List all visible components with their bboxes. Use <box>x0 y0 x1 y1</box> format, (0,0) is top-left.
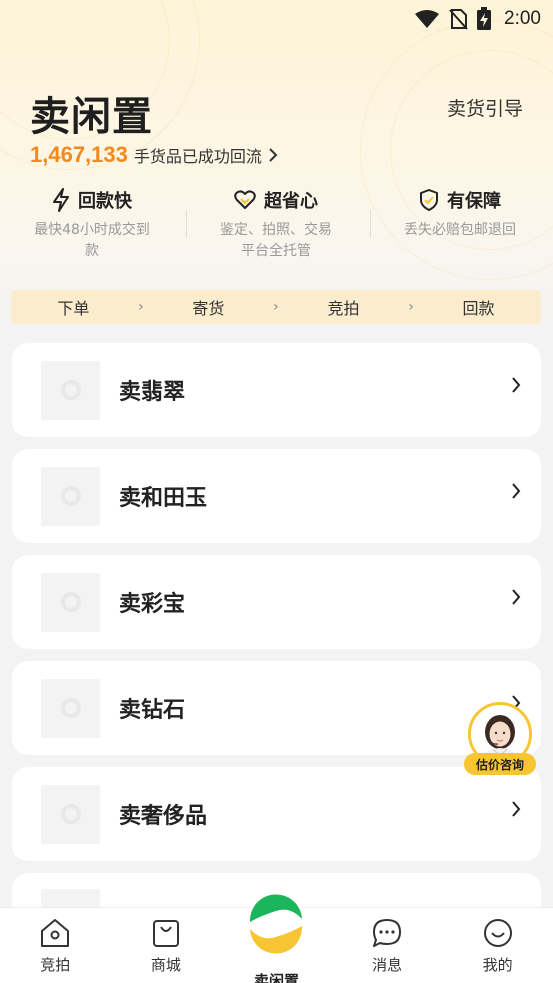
nav-item-messages[interactable]: 消息 <box>332 908 443 983</box>
step-payment: 回款 <box>462 299 495 318</box>
feature-title: 回款快 <box>78 191 132 212</box>
chevron-right-icon: › <box>408 299 414 315</box>
chevron-right-icon <box>269 148 278 162</box>
step-ship: 寄货 <box>192 299 225 318</box>
nav-item-auction[interactable]: 竞拍 <box>0 908 111 983</box>
page-title: 卖闲置 <box>30 94 153 140</box>
app-logo-mark <box>247 894 305 954</box>
stats-count: 1,467,133 <box>30 142 128 167</box>
category-thumbnail <box>41 572 100 632</box>
chevron-right-icon: › <box>273 299 279 315</box>
category-label: 卖翡翠 <box>119 380 186 405</box>
category-thumbnail <box>41 678 100 738</box>
chevron-right-icon <box>512 589 521 605</box>
feature-fast-payment: 回款快 最快48小时成交到款 <box>0 186 184 262</box>
nav-label: 商城 <box>150 956 181 974</box>
heart-icon <box>234 190 256 209</box>
feature-desc: 丢失必赔包邮退回 <box>404 222 516 238</box>
nav-label: 我的 <box>482 956 513 974</box>
feature-guaranteed: 有保障 丢失必赔包邮退回 <box>368 186 552 262</box>
nav-label: 竞拍 <box>40 956 71 974</box>
nav-label: 卖闲置 <box>253 972 299 983</box>
nav-item-mall[interactable]: 商城 <box>111 908 222 983</box>
shield-check-icon <box>420 189 438 211</box>
category-card-luxury[interactable]: 卖奢侈品 <box>12 767 541 861</box>
feature-title: 有保障 <box>447 191 501 212</box>
category-card-jadeite[interactable]: 卖翡翠 <box>12 343 541 437</box>
chevron-right-icon <box>512 377 521 393</box>
house-icon <box>41 919 70 947</box>
category-label: 卖奢侈品 <box>119 804 208 829</box>
category-label: 卖彩宝 <box>119 592 186 617</box>
lightning-icon <box>53 188 69 212</box>
stats-text: 手货品已成功回流 <box>133 147 262 166</box>
chat-bubble-icon <box>373 919 402 947</box>
nav-label: 消息 <box>372 956 403 974</box>
price-consult-label: 估价咨询 <box>464 753 536 775</box>
battery-charging-icon <box>477 7 492 30</box>
status-bar: 2:00 <box>0 0 553 38</box>
status-time: 2:00 <box>504 8 541 29</box>
seller-guide-link[interactable]: 卖货引导 <box>447 94 523 121</box>
chevron-right-icon <box>512 483 521 499</box>
feature-desc: 最快48小时成交到款 <box>34 222 150 259</box>
category-card-gemstone[interactable]: 卖彩宝 <box>12 555 541 649</box>
category-thumbnail <box>41 360 100 420</box>
wifi-icon <box>415 10 440 28</box>
nav-item-profile[interactable]: 我的 <box>442 908 553 983</box>
feature-desc: 鉴定、拍照、交易平台全托管 <box>220 222 332 259</box>
category-label: 卖和田玉 <box>119 486 208 511</box>
feature-title: 超省心 <box>264 191 318 212</box>
price-consult-button[interactable]: 估价咨询 <box>464 702 536 776</box>
category-thumbnail <box>41 466 100 526</box>
category-thumbnail <box>41 784 100 844</box>
step-order: 下单 <box>57 299 90 318</box>
feature-hassle-free: 超省心 鉴定、拍照、交易平台全托管 <box>184 186 368 262</box>
chevron-right-icon <box>512 801 521 817</box>
chevron-right-icon: › <box>138 299 144 315</box>
feature-highlights: 回款快 最快48小时成交到款 超省心 鉴定、拍照、交易平台全托管 有保障 丢失必… <box>0 186 553 262</box>
no-sim-icon <box>449 9 468 30</box>
step-auction: 竞拍 <box>327 299 360 318</box>
smiley-icon <box>483 919 512 947</box>
app-logo-icon[interactable] <box>244 892 308 956</box>
category-label: 卖钻石 <box>119 698 186 723</box>
process-steps: 下单 › 寄货 › 竞拍 › 回款 <box>11 290 541 324</box>
sell-idle-screen: 2:00 卖闲置 卖货引导 1,467,133 手货品已成功回流 回款快 最快4… <box>0 0 553 983</box>
stats-row[interactable]: 1,467,133 手货品已成功回流 <box>30 142 278 168</box>
category-list: 卖翡翠 卖和田玉 卖彩宝 卖钻石 卖奢侈品 <box>12 343 541 948</box>
category-card-diamond[interactable]: 卖钻石 <box>12 661 541 755</box>
category-card-hetian-jade[interactable]: 卖和田玉 <box>12 449 541 543</box>
shopping-bag-icon <box>152 920 179 947</box>
